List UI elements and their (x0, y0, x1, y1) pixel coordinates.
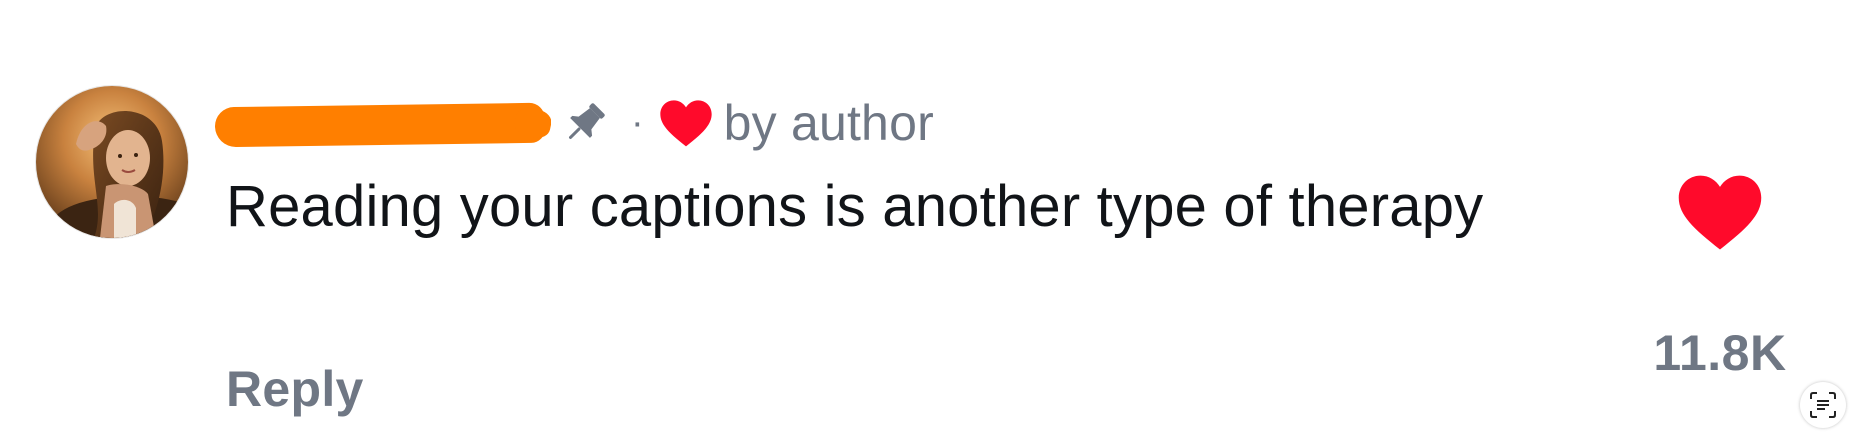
username-redaction (215, 102, 546, 148)
comment-header: · by author (215, 88, 934, 158)
separator-dot: · (631, 102, 644, 144)
live-text-scan-icon[interactable] (1800, 382, 1846, 428)
like-heart-icon[interactable] (1675, 170, 1765, 254)
comment-text: Reading your captions is another type of… (226, 174, 1484, 239)
avatar-photo (36, 86, 188, 238)
avatar[interactable] (35, 85, 189, 239)
author-heart-icon (658, 97, 714, 149)
reply-button[interactable]: Reply (226, 360, 364, 418)
username[interactable] (215, 93, 551, 153)
pin-icon (555, 95, 615, 151)
like-count[interactable]: 11.8K (1653, 324, 1786, 382)
comment-item: · by author Reading your captions is ano… (0, 0, 1860, 440)
like-column: 11.8K (1640, 170, 1800, 382)
liked-by-author-label: by author (723, 95, 934, 151)
